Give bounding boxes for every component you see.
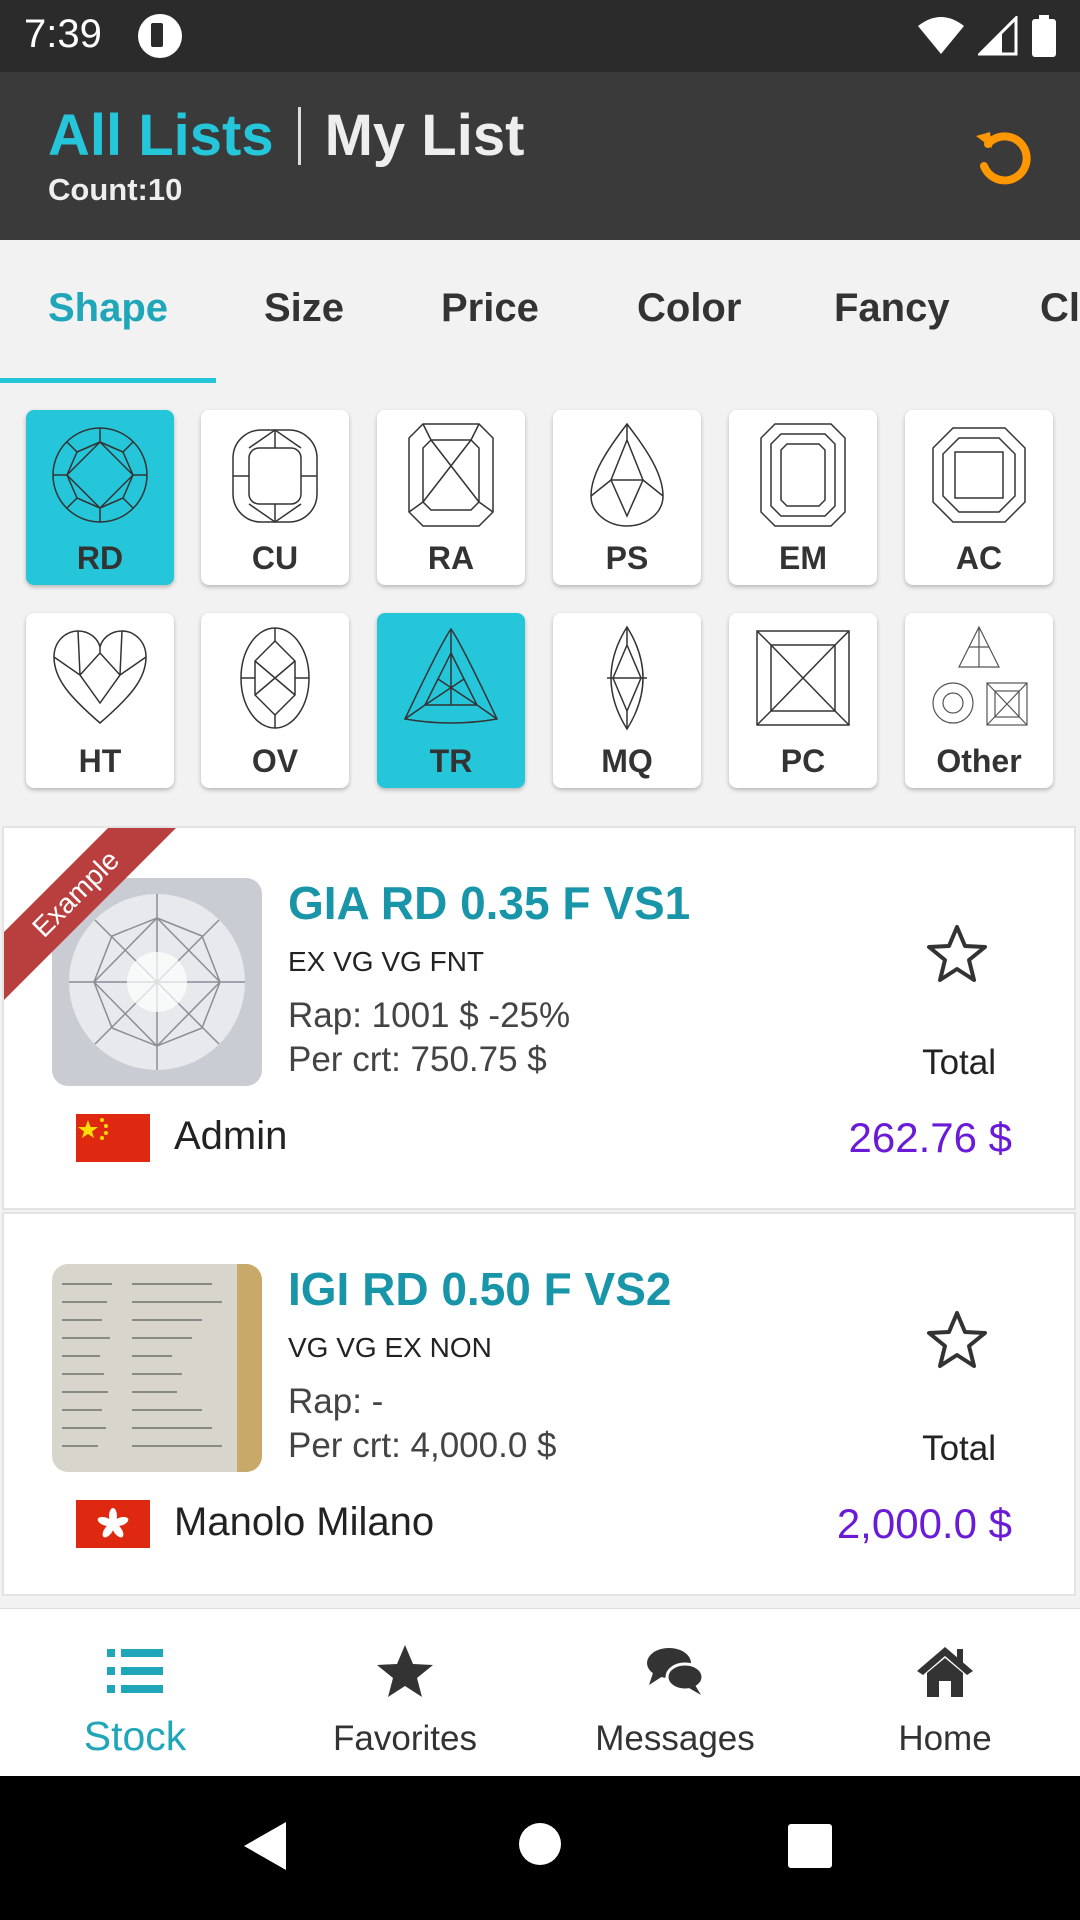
- pear-shape-icon: [590, 422, 664, 527]
- shape-tile-ht[interactable]: HT: [26, 613, 174, 788]
- shape-label: Other: [936, 743, 1022, 779]
- shape-label: OV: [251, 743, 299, 779]
- back-icon[interactable]: [242, 1820, 288, 1872]
- shape-label: TR: [429, 743, 473, 779]
- system-navigation-bar: [0, 1776, 1080, 1920]
- title-divider: [297, 106, 301, 165]
- radiant-shape-icon: [408, 423, 494, 527]
- count-label: Count:10: [48, 172, 183, 207]
- shape-tile-rd[interactable]: RD: [26, 410, 174, 585]
- system-icons: [918, 14, 1056, 58]
- nav-label: Home: [898, 1719, 992, 1758]
- tab-price[interactable]: Price: [441, 286, 539, 331]
- listing-title: GIA RD 0.35 F VS1: [288, 877, 691, 929]
- tab-size[interactable]: Size: [264, 286, 344, 331]
- listing-per-carat: Per crt: 4,000.0 $: [288, 1426, 557, 1465]
- heart-shape-icon: [53, 630, 147, 724]
- shape-grid: RD CU RA PS EM AC HT OV TR MQ PC Other: [0, 386, 1080, 826]
- shape-tile-tr[interactable]: TR: [377, 613, 525, 788]
- nav-home[interactable]: Home: [810, 1609, 1080, 1777]
- all-lists-tab[interactable]: All Lists: [48, 102, 274, 169]
- signal-icon: [978, 16, 1018, 56]
- bottom-navigation: Stock Favorites Messages Home: [0, 1608, 1080, 1777]
- refresh-icon[interactable]: [970, 122, 1038, 190]
- listing-rap: Rap: -: [288, 1382, 384, 1421]
- listing-rap: Rap: 1001 $ -25%: [288, 996, 571, 1035]
- list-icon: [107, 1649, 163, 1693]
- listing-title: IGI RD 0.50 F VS2: [288, 1263, 672, 1315]
- oval-shape-icon: [240, 627, 310, 729]
- asscher-shape-icon: [932, 427, 1026, 523]
- china-flag-icon: [76, 1114, 150, 1162]
- chat-icon: [647, 1648, 705, 1695]
- other-shapes-icon: [932, 625, 1028, 726]
- nav-messages[interactable]: Messages: [540, 1609, 810, 1777]
- tab-shape[interactable]: Shape: [48, 286, 168, 331]
- tab-clarity[interactable]: Cl: [1040, 286, 1080, 331]
- my-list-tab[interactable]: My List: [325, 102, 525, 169]
- shape-label: MQ: [601, 743, 653, 779]
- shape-tile-pc[interactable]: PC: [729, 613, 877, 788]
- home-button-icon[interactable]: [518, 1822, 562, 1866]
- tab-color[interactable]: Color: [637, 286, 741, 331]
- shape-tile-ps[interactable]: PS: [553, 410, 701, 585]
- shape-label: RA: [427, 540, 475, 576]
- home-icon: [917, 1647, 973, 1697]
- star-icon: [377, 1645, 433, 1697]
- status-time: 7:39: [24, 12, 102, 56]
- marquise-shape-icon: [607, 625, 647, 731]
- shape-label: RD: [76, 540, 124, 576]
- princess-shape-icon: [756, 630, 850, 726]
- shape-label: HT: [78, 743, 122, 779]
- listing-grades: EX VG VG FNT: [288, 946, 485, 977]
- status-bar: 7:39: [0, 0, 1080, 72]
- listing-card[interactable]: IGI RD 0.50 F VS2 VG VG EX NON Rap: - Pe…: [2, 1212, 1076, 1596]
- recents-icon[interactable]: [788, 1824, 832, 1868]
- favorite-star-icon[interactable]: [926, 923, 988, 985]
- favorite-star-icon[interactable]: [926, 1309, 988, 1371]
- round-shape-icon: [52, 427, 148, 523]
- seller-name: Admin: [174, 1114, 288, 1158]
- shape-tile-mq[interactable]: MQ: [553, 613, 701, 788]
- shape-tile-ov[interactable]: OV: [201, 613, 349, 788]
- shape-tile-em[interactable]: EM: [729, 410, 877, 585]
- shape-tile-ra[interactable]: RA: [377, 410, 525, 585]
- trillion-shape-icon: [403, 627, 499, 724]
- nav-favorites[interactable]: Favorites: [270, 1609, 540, 1777]
- nav-stock[interactable]: Stock: [0, 1609, 270, 1777]
- battery-icon: [1032, 15, 1056, 57]
- nav-label: Stock: [83, 1713, 187, 1759]
- certificate-photo: [52, 1264, 262, 1472]
- nav-label: Favorites: [333, 1719, 477, 1758]
- filter-tabs: Shape Size Price Color Fancy Cl: [0, 240, 1080, 386]
- wifi-icon: [918, 17, 964, 54]
- listing-price: 2,000.0 $: [836, 1500, 1012, 1547]
- app-bar: All Lists My List Count:10: [0, 72, 1080, 240]
- nav-label: Messages: [595, 1719, 755, 1758]
- seller-name: Manolo Milano: [174, 1500, 435, 1544]
- total-label: Total: [922, 1429, 996, 1468]
- shape-tile-other[interactable]: Other: [905, 613, 1053, 788]
- shape-label: AC: [955, 540, 1003, 576]
- listing-per-carat: Per crt: 750.75 $: [288, 1040, 547, 1079]
- total-label: Total: [922, 1043, 996, 1082]
- listing-card[interactable]: Example GIA RD 0.35 F VS1 EX VG VG FNT R…: [2, 826, 1076, 1210]
- shape-tile-cu[interactable]: CU: [201, 410, 349, 585]
- shape-label: PC: [780, 743, 826, 779]
- listing-grades: VG VG EX NON: [288, 1332, 492, 1363]
- emerald-shape-icon: [760, 423, 846, 527]
- shape-label: EM: [779, 540, 827, 576]
- list-switcher: All Lists My List: [48, 102, 524, 169]
- app-notification-icon: [138, 14, 182, 58]
- listing-price: 262.76 $: [848, 1114, 1013, 1161]
- hong-kong-flag-icon: [76, 1500, 150, 1548]
- shape-label: PS: [605, 540, 649, 576]
- shape-tile-ac[interactable]: AC: [905, 410, 1053, 585]
- tab-indicator: [0, 378, 216, 383]
- tab-fancy[interactable]: Fancy: [834, 286, 950, 331]
- cushion-shape-icon: [232, 429, 318, 523]
- shape-label: CU: [251, 540, 299, 576]
